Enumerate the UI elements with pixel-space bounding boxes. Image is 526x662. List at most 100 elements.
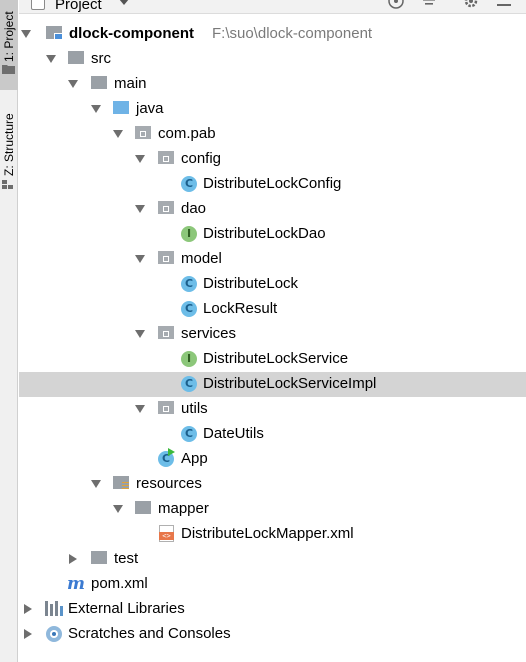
expand-arrow-icon[interactable] <box>113 505 123 513</box>
class-icon: C <box>181 376 197 392</box>
folder-icon <box>68 51 84 64</box>
root-label: dlock-component <box>69 25 195 42</box>
maven-icon: m <box>67 574 85 594</box>
tree-node-utils[interactable]: utils <box>19 397 526 422</box>
folder-icon <box>2 65 15 74</box>
utils-class-label: DateUtils <box>203 425 264 442</box>
expand-arrow-icon[interactable] <box>135 255 145 263</box>
java-label: java <box>136 100 164 117</box>
structure-tool-tab[interactable]: Z: Structure <box>0 100 18 196</box>
tree-node-service-impl[interactable]: C DistributeLockServiceImpl <box>19 372 526 397</box>
expand-arrow-icon[interactable] <box>91 480 101 488</box>
folder-icon <box>135 501 151 514</box>
tree-node-mapper-xml[interactable]: <> DistributeLockMapper.xml <box>19 522 526 547</box>
tree-node-dao[interactable]: dao <box>19 197 526 222</box>
tree-node-package[interactable]: com.pab <box>19 122 526 147</box>
mapper-xml-label: DistributeLockMapper.xml <box>181 525 354 542</box>
class-icon: C <box>181 301 197 317</box>
folder-icon <box>91 551 107 564</box>
service-interface-label: DistributeLockService <box>203 350 349 367</box>
resources-folder-icon <box>113 476 129 490</box>
expand-arrow-icon[interactable] <box>91 105 101 113</box>
tree-node-scratches[interactable]: Scratches and Consoles <box>19 622 526 647</box>
dao-label: dao <box>181 200 207 217</box>
main-label: main <box>114 75 147 92</box>
tool-window-strip: 1: Project Z: Structure <box>0 0 18 662</box>
class-icon: C <box>181 426 197 442</box>
tree-node-mapper[interactable]: mapper <box>19 497 526 522</box>
runnable-class-icon: C <box>158 448 175 467</box>
structure-tool-tab-label: Z: Structure <box>2 113 16 176</box>
chevron-down-icon[interactable] <box>119 0 129 5</box>
resources-label: resources <box>136 475 202 492</box>
tree-node-app[interactable]: C App <box>19 447 526 472</box>
tree-node-utils-class[interactable]: C DateUtils <box>19 422 526 447</box>
root-path: F:\suo\dlock-component <box>212 25 373 42</box>
locate-icon[interactable] <box>387 0 405 12</box>
scratches-icon <box>46 626 62 642</box>
hide-panel-icon[interactable] <box>495 0 513 12</box>
xml-tag-glyph: <> <box>159 532 174 540</box>
package-icon <box>135 126 151 139</box>
package-icon <box>158 401 174 414</box>
collapse-arrow-icon[interactable] <box>24 604 32 614</box>
tree-node-dao-interface[interactable]: I DistributeLockDao <box>19 222 526 247</box>
scratches-label: Scratches and Consoles <box>68 625 231 642</box>
collapse-all-icon[interactable] <box>420 0 438 12</box>
structure-icon <box>2 180 13 189</box>
dao-interface-label: DistributeLockDao <box>203 225 326 242</box>
expand-arrow-icon[interactable] <box>135 155 145 163</box>
tree-node-model-class-2[interactable]: C LockResult <box>19 297 526 322</box>
tree-node-test[interactable]: test <box>19 547 526 572</box>
utils-label: utils <box>181 400 208 417</box>
project-tool-tab-label: 1: Project <box>2 11 16 62</box>
libraries-icon <box>45 601 63 616</box>
tree-node-resources[interactable]: resources <box>19 472 526 497</box>
external-libraries-label: External Libraries <box>68 600 185 617</box>
expand-arrow-icon[interactable] <box>21 30 31 38</box>
module-folder-icon <box>46 26 63 40</box>
services-label: services <box>181 325 237 342</box>
project-panel-header: Project <box>19 0 526 14</box>
folder-icon <box>91 76 107 89</box>
expand-arrow-icon[interactable] <box>135 205 145 213</box>
interface-icon: I <box>181 226 197 242</box>
test-label: test <box>114 550 139 567</box>
config-label: config <box>181 150 222 167</box>
tree-node-model[interactable]: model <box>19 247 526 272</box>
xml-file-icon: <> <box>159 525 174 542</box>
project-tree: dlock-component F:\suo\dlock-component s… <box>19 22 526 647</box>
expand-arrow-icon[interactable] <box>135 405 145 413</box>
expand-arrow-icon[interactable] <box>135 330 145 338</box>
tree-node-pom[interactable]: m pom.xml <box>19 572 526 597</box>
tree-node-java[interactable]: java <box>19 97 526 122</box>
tree-node-root[interactable]: dlock-component F:\suo\dlock-component <box>19 22 526 47</box>
expand-arrow-icon[interactable] <box>113 130 123 138</box>
app-label: App <box>181 450 208 467</box>
project-view-icon <box>31 0 45 10</box>
gear-icon[interactable] <box>462 0 480 12</box>
project-tool-tab[interactable]: 1: Project <box>0 0 18 90</box>
tree-node-services[interactable]: services <box>19 322 526 347</box>
class-icon: C <box>181 176 197 192</box>
expand-arrow-icon[interactable] <box>46 55 56 63</box>
model-label: model <box>181 250 222 267</box>
tree-node-external-libraries[interactable]: External Libraries <box>19 597 526 622</box>
expand-arrow-icon[interactable] <box>68 80 78 88</box>
interface-icon: I <box>181 351 197 367</box>
tree-node-service-interface[interactable]: I DistributeLockService <box>19 347 526 372</box>
collapse-arrow-icon[interactable] <box>24 629 32 639</box>
src-label: src <box>91 50 111 67</box>
project-view-title[interactable]: Project <box>55 0 102 13</box>
model-class-2-label: LockResult <box>203 300 278 317</box>
source-folder-icon <box>113 101 129 114</box>
tree-node-config[interactable]: config <box>19 147 526 172</box>
tree-node-model-class-1[interactable]: C DistributeLock <box>19 272 526 297</box>
tree-node-config-class[interactable]: C DistributeLockConfig <box>19 172 526 197</box>
service-impl-label: DistributeLockServiceImpl <box>203 375 377 392</box>
collapse-arrow-icon[interactable] <box>69 554 77 564</box>
class-icon: C <box>181 276 197 292</box>
config-class-label: DistributeLockConfig <box>203 175 342 192</box>
tree-node-src[interactable]: src <box>19 47 526 72</box>
tree-node-main[interactable]: main <box>19 72 526 97</box>
